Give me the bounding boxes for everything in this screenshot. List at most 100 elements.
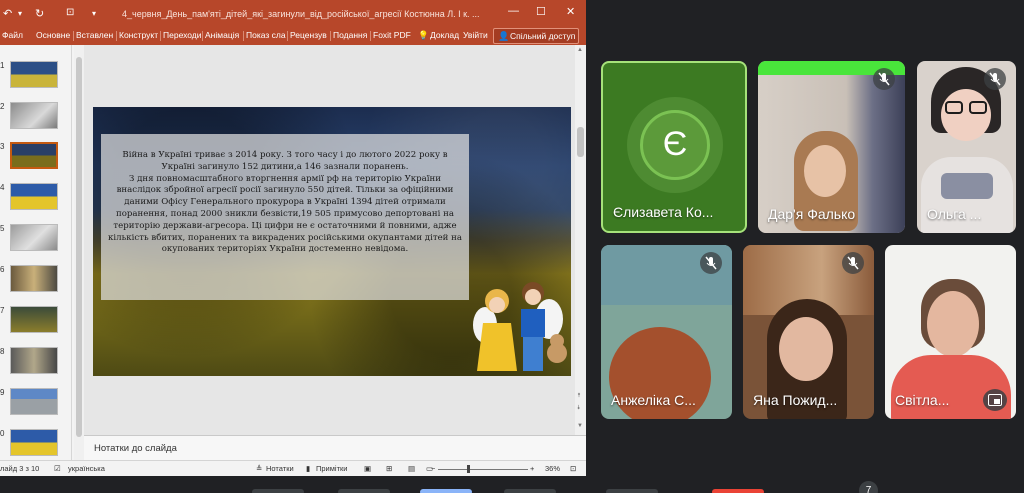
thumbnail-image	[10, 429, 58, 456]
slide-thumbnail[interactable]: 7	[0, 306, 72, 340]
thumbnail-number: 3	[0, 142, 5, 151]
thumbnail-number: 1	[0, 61, 5, 70]
notes-toggle-button[interactable]: Нотатки	[266, 464, 294, 473]
thumbnail-image	[10, 388, 58, 415]
thumbnail-number: 4	[0, 183, 5, 192]
tab-foxit-pdf[interactable]: Foxit PDF	[373, 30, 411, 40]
slide-thumbnail[interactable]: 2	[0, 102, 72, 136]
tab-review[interactable]: Рецензув	[290, 30, 327, 40]
participant-name: Дар'я Фалько	[768, 206, 856, 222]
thumbnail-image	[10, 183, 58, 210]
undo-icon[interactable]: ↶	[3, 7, 12, 20]
desktop: ↶ ▾ ↻ ⊡ ▾ 4_червня_День_пам'яті_дітей_як…	[0, 0, 1024, 493]
slide-thumbnail[interactable]: 4	[0, 183, 72, 217]
undo-dropdown-icon[interactable]: ▾	[18, 9, 22, 18]
participants-count-badge[interactable]: 7	[859, 481, 878, 493]
slide-thumbnail[interactable]: 1	[0, 61, 72, 95]
person-icon: 👤	[498, 31, 510, 41]
control-button[interactable]	[338, 489, 390, 493]
mic-off-icon	[700, 252, 722, 274]
spellcheck-icon[interactable]: ☑	[54, 464, 61, 473]
zoom-slider[interactable]	[438, 469, 528, 470]
thumbnail-number: 6	[0, 265, 5, 274]
tab-transitions[interactable]: Переходи	[163, 30, 202, 40]
slide-text-box[interactable]: Війна в Україні триває з 2014 року. З то…	[101, 134, 469, 300]
picture-in-picture-icon[interactable]	[983, 389, 1007, 411]
comments-icon: ▮	[306, 464, 311, 473]
control-button[interactable]	[420, 489, 472, 493]
redo-icon[interactable]: ↻	[35, 7, 44, 20]
tab-home[interactable]: Основне	[36, 30, 70, 40]
comments-toggle-button[interactable]: Примітки	[316, 464, 347, 473]
slide-thumbnail-pane: 1 2 3 4 5 6 7 8 9 0	[0, 45, 72, 460]
tab-design[interactable]: Конструкт	[119, 30, 158, 40]
lightbulb-icon: 💡	[418, 30, 429, 40]
control-button[interactable]	[606, 489, 658, 493]
slide-paragraph: З дня повномасштабного вторгнення армії …	[108, 173, 462, 255]
thumbnail-image	[10, 142, 58, 169]
thumbnail-number: 2	[0, 102, 5, 111]
reading-view-icon[interactable]: ▤	[408, 464, 415, 473]
notes-pane[interactable]: Нотатки до слайда	[84, 436, 586, 460]
participant-tile-olga[interactable]: Ольга ...	[917, 61, 1016, 233]
angel-children-illustration	[473, 282, 567, 371]
slide-thumbnail[interactable]: 0	[0, 429, 72, 463]
zoom-slider-thumb[interactable]	[467, 465, 470, 473]
thumbnail-scrollbar[interactable]	[74, 45, 84, 460]
participant-name: Яна Пожид...	[753, 392, 838, 408]
share-button[interactable]: 👤 Спільний доступ	[493, 28, 579, 44]
participant-tile-elizaveta[interactable]: Є Єлизавета Ко...	[601, 61, 747, 233]
tab-tell-me[interactable]: Доклад	[430, 30, 459, 40]
slide-thumbnail[interactable]: 9	[0, 388, 72, 422]
powerpoint-window: ↶ ▾ ↻ ⊡ ▾ 4_червня_День_пам'яті_дітей_як…	[0, 0, 586, 476]
normal-view-icon[interactable]: ▣	[364, 464, 371, 473]
zoom-level[interactable]: 36%	[545, 464, 560, 473]
participant-tile-svitlana[interactable]: Світла...	[885, 245, 1016, 419]
slide-sorter-icon[interactable]: ⊞	[386, 464, 392, 473]
tab-view[interactable]: Подання	[333, 30, 367, 40]
document-title: 4_червня_День_пам'яті_дітей_які_загинули…	[122, 9, 480, 19]
minimize-icon[interactable]: —	[508, 5, 519, 17]
slide-thumbnail[interactable]: 6	[0, 265, 72, 299]
slide-thumbnail-selected[interactable]: 3	[0, 142, 72, 176]
tab-insert[interactable]: Вставлен	[76, 30, 113, 40]
avatar: Є	[640, 110, 710, 180]
thumbnail-number: 0	[0, 429, 5, 438]
current-slide[interactable]: Війна в Україні триває з 2014 року. З то…	[93, 107, 571, 376]
participant-name: Єлизавета Ко...	[613, 204, 714, 220]
participant-name: Анжеліка С...	[611, 392, 696, 408]
sign-in-link[interactable]: Увійти	[463, 30, 488, 40]
participant-tile-daria[interactable]: Дар'я Фалько	[758, 61, 905, 233]
slide-paragraph: Війна в Україні триває з 2014 року. З то…	[122, 150, 448, 172]
present-icon[interactable]: ⊡	[66, 7, 74, 18]
thumbnail-number: 8	[0, 347, 5, 356]
thumbnail-image	[10, 102, 58, 129]
tab-slideshow[interactable]: Показ сла	[246, 30, 286, 40]
notes-placeholder: Нотатки до слайда	[94, 443, 177, 454]
zoom-in-button[interactable]: +	[530, 464, 534, 473]
control-button[interactable]	[504, 489, 556, 493]
slide-thumbnail[interactable]: 8	[0, 347, 72, 381]
maximize-icon[interactable]: ☐	[536, 5, 546, 18]
notes-icon: ≜	[256, 464, 263, 473]
customize-toolbar-icon[interactable]: ▾	[92, 9, 96, 18]
slide-scrollbar[interactable]: ▲ ⯭ ⯯ ▼	[575, 45, 586, 435]
slide-thumbnail[interactable]: 5	[0, 224, 72, 258]
mic-off-icon	[873, 68, 895, 90]
thumbnail-image	[10, 306, 58, 333]
language-indicator[interactable]: українська	[68, 464, 105, 473]
thumbnail-number: 9	[0, 388, 5, 397]
fit-to-window-icon[interactable]: ⊡	[570, 464, 576, 473]
participant-tile-anzhelika[interactable]: Анжеліка С...	[601, 245, 732, 419]
participant-tile-yana[interactable]: Яна Пожид...	[743, 245, 874, 419]
mic-off-icon	[984, 68, 1006, 90]
ribbon-tabs: Файл Основне Вставлен Конструкт Переходи…	[0, 27, 586, 45]
zoom-out-button[interactable]: −	[431, 464, 435, 473]
thumbnail-image	[10, 61, 58, 88]
control-button[interactable]	[252, 489, 304, 493]
close-icon[interactable]: ✕	[566, 5, 575, 18]
tab-file[interactable]: Файл	[2, 30, 23, 40]
leave-call-button[interactable]	[712, 489, 764, 493]
tab-animations[interactable]: Анімація	[205, 30, 239, 40]
participant-name: Світла...	[895, 392, 950, 408]
